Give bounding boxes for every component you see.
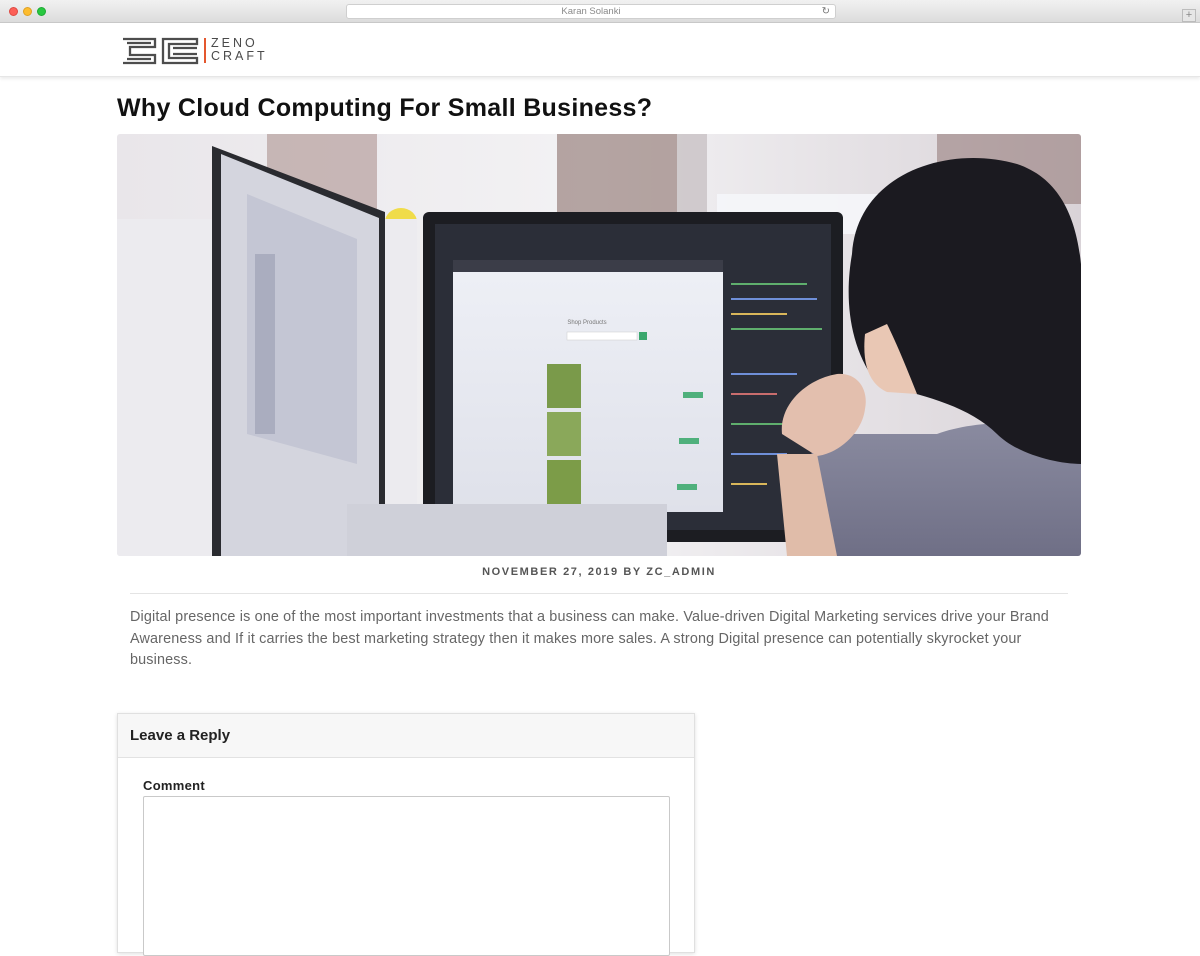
- reload-icon[interactable]: ↻: [822, 5, 830, 18]
- comment-form: Leave a Reply Comment: [117, 713, 695, 956]
- site-logo[interactable]: ZENO CRAFT: [121, 36, 281, 66]
- reply-heading: Leave a Reply: [118, 714, 694, 758]
- screen-heading: Shop Products: [567, 320, 606, 326]
- comment-textarea[interactable]: [143, 796, 670, 956]
- comment-label: Comment: [143, 778, 206, 793]
- logo-mark-icon: [123, 37, 199, 65]
- address-bar[interactable]: Karan Solanki ↻: [346, 4, 836, 19]
- address-bar-title: Karan Solanki: [561, 6, 621, 17]
- minimize-window-button[interactable]: [23, 7, 32, 16]
- browser-toolbar: Karan Solanki ↻ +: [0, 0, 1200, 23]
- logo-divider: [204, 38, 206, 63]
- site-header: ZENO CRAFT: [0, 23, 1200, 77]
- post-title: Why Cloud Computing For Small Business?: [117, 94, 653, 122]
- post-featured-image: Shop Products: [117, 134, 1081, 556]
- close-window-button[interactable]: [9, 7, 18, 16]
- meta-divider: [130, 593, 1068, 594]
- logo-word-craft: CRAFT: [211, 49, 268, 63]
- zoom-window-button[interactable]: [37, 7, 46, 16]
- post-meta: NOVEMBER 27, 2019 BY ZC_ADMIN: [482, 566, 716, 578]
- logo-wordmark: ZENO CRAFT: [211, 37, 268, 63]
- post-body: Digital presence is one of the most impo…: [130, 609, 1049, 668]
- new-tab-button[interactable]: +: [1182, 9, 1196, 22]
- office-photo-illustration: Shop Products: [117, 134, 1081, 556]
